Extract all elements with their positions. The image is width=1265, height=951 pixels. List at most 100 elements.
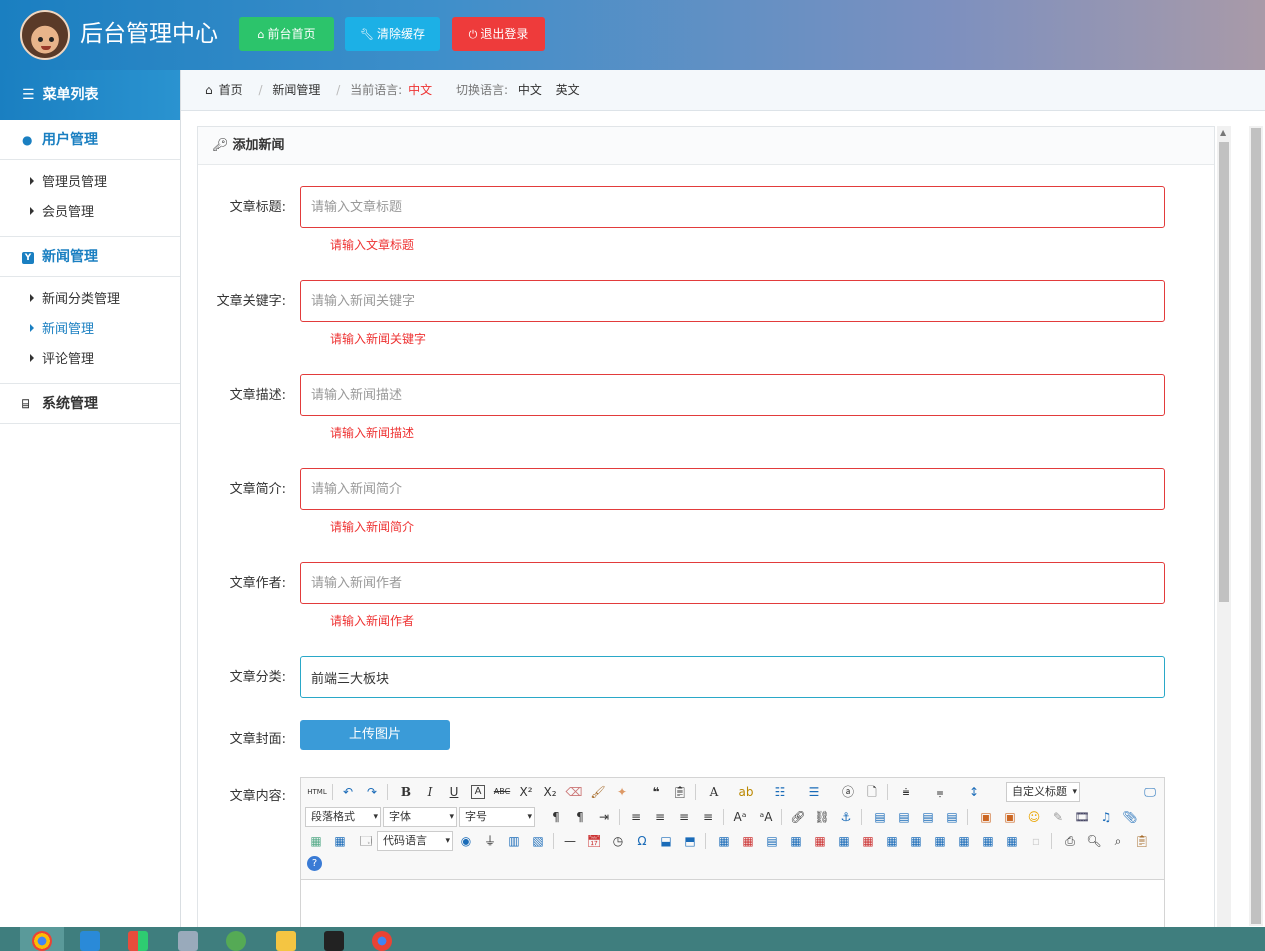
align-justify-icon[interactable]: ≡ — [699, 808, 717, 826]
line-height-icon[interactable]: ↕ — [965, 783, 983, 801]
sidebar-item-news[interactable]: 新闻管理 — [0, 315, 180, 345]
page-break-icon[interactable]: ⏚ — [481, 832, 499, 850]
browser-icon[interactable] — [372, 931, 392, 951]
app-icon[interactable] — [226, 931, 246, 951]
uppercase-icon[interactable]: Aᵃ — [731, 808, 749, 826]
insert-image-icon[interactable]: ▣ — [1001, 808, 1019, 826]
sidebar-group-user[interactable]: ● 用户管理 — [0, 120, 180, 160]
frontend-home-button[interactable]: ⌂ 前台首页 — [239, 17, 334, 51]
rtl-icon[interactable]: ¶ — [571, 808, 589, 826]
breadcrumb-current[interactable]: 新闻管理 — [272, 83, 320, 97]
strikethrough-icon[interactable]: ABC — [493, 783, 511, 801]
terminal-icon[interactable] — [324, 931, 344, 951]
search-replace-icon[interactable]: ⌕ — [1109, 832, 1127, 850]
ltr-icon[interactable]: ¶ — [547, 808, 565, 826]
lowercase-icon[interactable]: ᵃA — [757, 808, 775, 826]
superscript-icon[interactable]: X² — [517, 783, 535, 801]
template-icon[interactable]: ▥ — [505, 832, 523, 850]
snapscreen-icon[interactable]: ⬓ — [657, 832, 675, 850]
map-icon[interactable]: ▦ — [307, 832, 325, 850]
split-to-rows-icon[interactable]: ▦ — [979, 832, 997, 850]
split-to-cols-icon[interactable]: ▦ — [1003, 832, 1021, 850]
sidebar-item-admin[interactable]: 管理员管理 — [0, 168, 180, 198]
horizontal-rule-icon[interactable]: — — [561, 832, 579, 850]
sidebar-group-news[interactable]: Y 新闻管理 — [0, 237, 180, 277]
background-icon[interactable]: ▧ — [529, 832, 547, 850]
font-border-icon[interactable]: A — [471, 785, 485, 799]
font-size-select[interactable]: 字号 — [459, 807, 535, 827]
webapp-icon[interactable]: ◉ — [457, 832, 475, 850]
subscript-icon[interactable]: X₂ — [541, 783, 559, 801]
unlink-icon[interactable]: ⛓︎ — [813, 808, 831, 826]
author-input[interactable] — [300, 562, 1165, 604]
clear-cache-button[interactable]: 🔧︎ 清除缓存 — [345, 17, 440, 51]
page-scrollbar[interactable] — [1249, 126, 1263, 926]
undo-icon[interactable]: ↶ — [339, 783, 357, 801]
insert-paragraph-before-table-icon[interactable]: ▤ — [763, 832, 781, 850]
auto-format-icon[interactable]: ✦ — [613, 783, 631, 801]
clear-doc-icon[interactable]: 🗋︎ — [863, 783, 881, 801]
image-none-icon[interactable]: ▤ — [871, 808, 889, 826]
paste-plain-icon[interactable]: 📋︎ — [671, 783, 689, 801]
underline-icon[interactable]: U — [445, 783, 463, 801]
ordered-list-icon[interactable]: ☷ — [771, 783, 789, 801]
vscode-icon[interactable] — [80, 931, 100, 951]
blockquote-icon[interactable]: ❝ — [647, 783, 665, 801]
merge-right-icon[interactable]: ▦ — [907, 832, 925, 850]
draft-icon[interactable]: 📋︎ — [1133, 832, 1151, 850]
row-spacing-bottom-icon[interactable]: ⩦ — [931, 783, 949, 801]
page-scrollbar-thumb[interactable] — [1251, 128, 1261, 924]
image-center-icon[interactable]: ▤ — [943, 808, 961, 826]
scroll-up-icon[interactable]: ▲ — [1220, 128, 1226, 137]
intro-input[interactable] — [300, 468, 1165, 510]
image-right-icon[interactable]: ▤ — [919, 808, 937, 826]
paragraph-format-select[interactable]: 段落格式 — [305, 807, 381, 827]
delete-row-icon[interactable]: ▦ — [811, 832, 829, 850]
panel-scrollbar[interactable]: ▲ — [1217, 126, 1231, 946]
keywords-input[interactable] — [300, 280, 1165, 322]
charts-icon[interactable]: ▫ — [1027, 832, 1045, 850]
html-source-button[interactable]: HTML — [306, 783, 328, 801]
chrome-icon[interactable] — [32, 931, 52, 951]
category-input[interactable] — [300, 656, 1165, 698]
split-to-cells-icon[interactable]: ▦ — [955, 832, 973, 850]
time-icon[interactable]: ◷ — [609, 832, 627, 850]
scrawl-icon[interactable]: ✎ — [1049, 808, 1067, 826]
anchor-icon[interactable]: ⚓︎ — [837, 808, 855, 826]
language-en-link[interactable]: 英文 — [556, 83, 580, 97]
folder-icon[interactable] — [276, 931, 296, 951]
gmap-icon[interactable]: ▦ — [331, 832, 349, 850]
simple-upload-icon[interactable]: ▣ — [977, 808, 995, 826]
insert-col-icon[interactable]: ▦ — [835, 832, 853, 850]
title-input[interactable] — [300, 186, 1165, 228]
logout-button[interactable]: ⏻ 退出登录 — [452, 17, 545, 51]
italic-icon[interactable]: I — [421, 783, 439, 801]
row-spacing-top-icon[interactable]: ⩧ — [897, 783, 915, 801]
panel-scrollbar-thumb[interactable] — [1219, 142, 1229, 602]
music-icon[interactable]: ♫ — [1097, 808, 1115, 826]
desc-input[interactable] — [300, 374, 1165, 416]
font-family-select[interactable]: 字体 — [383, 807, 457, 827]
word-image-icon[interactable]: ⬒ — [681, 832, 699, 850]
sidebar-item-news-category[interactable]: 新闻分类管理 — [0, 285, 180, 315]
attachment-icon[interactable]: 📎︎ — [1121, 808, 1139, 826]
unordered-list-icon[interactable]: ☰ — [805, 783, 823, 801]
format-brush-icon[interactable]: 🖌︎ — [589, 783, 607, 801]
align-left-icon[interactable]: ≡ — [627, 808, 645, 826]
help-icon[interactable]: ? — [307, 856, 322, 871]
sidebar-item-member[interactable]: 会员管理 — [0, 198, 180, 228]
eraser-icon[interactable]: ⌫ — [565, 783, 583, 801]
delete-table-icon[interactable]: ▦ — [739, 832, 757, 850]
merge-cells-icon[interactable]: ▦ — [883, 832, 901, 850]
language-cn-link[interactable]: 中文 — [518, 83, 542, 97]
insert-row-icon[interactable]: ▦ — [787, 832, 805, 850]
emotion-icon[interactable]: ☺ — [1025, 808, 1043, 826]
link-icon[interactable]: 🔗︎ — [789, 808, 807, 826]
print-icon[interactable]: ⎙ — [1061, 832, 1079, 850]
custom-title-select[interactable]: 自定义标题 — [1006, 782, 1080, 802]
delete-col-icon[interactable]: ▦ — [859, 832, 877, 850]
breadcrumb-home[interactable]: 首页 — [219, 83, 243, 97]
insert-video-icon[interactable]: 🎞︎ — [1073, 808, 1091, 826]
fullscreen-icon[interactable]: 🖵︎ — [1141, 783, 1159, 801]
align-center-icon[interactable]: ≡ — [651, 808, 669, 826]
